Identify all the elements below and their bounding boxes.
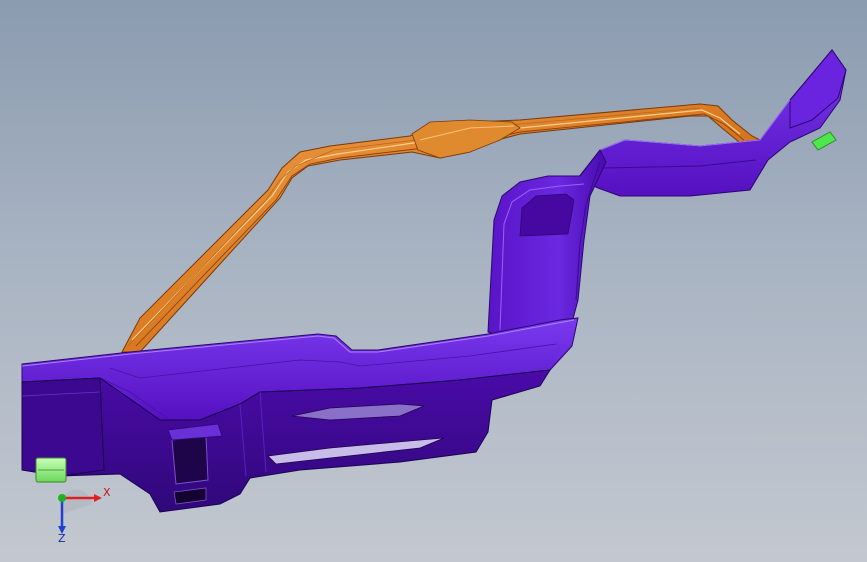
- connector-clip-right[interactable]: [811, 131, 837, 151]
- triad-shadow: [62, 489, 92, 514]
- bracket-pocket: [171, 435, 209, 485]
- wire-harness-frame[interactable]: [121, 103, 761, 353]
- triad-x-arrow: [94, 494, 102, 502]
- bracket-riser-body: [487, 149, 607, 351]
- 3d-viewport[interactable]: X Z Y: [0, 0, 867, 562]
- triad-x-label: X: [103, 486, 111, 499]
- triad-y-origin: [58, 494, 66, 502]
- coordinate-triad: X Z Y: [40, 480, 120, 550]
- connector-clip-right-body: [811, 131, 837, 151]
- triad-z-label: Z: [58, 532, 66, 545]
- bracket-riser[interactable]: [487, 149, 607, 351]
- wire-harness-bulge: [411, 119, 521, 159]
- connector-clip-left[interactable]: [35, 457, 67, 483]
- model-view[interactable]: [0, 0, 867, 562]
